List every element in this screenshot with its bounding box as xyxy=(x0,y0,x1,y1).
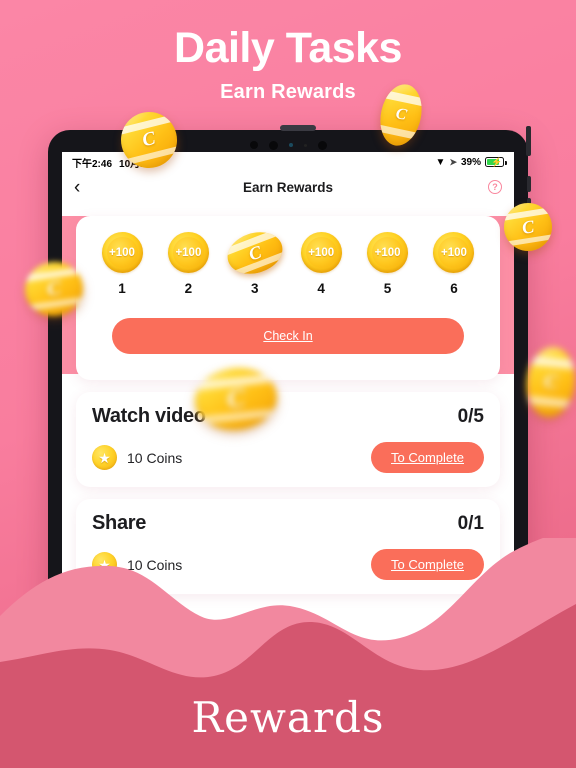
task-reward-label: 10 Coins xyxy=(127,449,183,466)
star-coin-icon: ★ xyxy=(92,445,117,470)
to-complete-button[interactable]: To Complete xyxy=(371,549,484,580)
device-screen: 下午2:46 10月1 ▼ ➤ 39% ⚡ ‹ Earn Rewards ? +… xyxy=(62,152,514,660)
app-content: +100 1 +100 2 C 3 +100 4 +100 5 +100 6 C… xyxy=(62,216,514,660)
task-reward-label: 10 Coins xyxy=(127,556,183,573)
day-reward-4: +100 xyxy=(305,237,337,268)
check-in-day-1[interactable]: +100 1 xyxy=(92,232,152,296)
location-arrow-icon: ➤ xyxy=(449,156,457,167)
day-reward-1: +100 xyxy=(106,237,138,268)
coin-icon: +100 xyxy=(167,232,209,273)
task-title: Share xyxy=(92,512,147,534)
tablet-device: 下午2:46 10月1 ▼ ➤ 39% ⚡ ‹ Earn Rewards ? +… xyxy=(48,125,531,660)
volume-up-button[interactable] xyxy=(527,176,531,192)
check-in-day-3-active[interactable]: C 3 xyxy=(222,225,288,296)
battery-icon: ⚡ xyxy=(485,157,507,167)
star-coin-icon: ★ xyxy=(92,552,117,577)
day-label-3: 3 xyxy=(251,281,259,296)
day-label-2: 2 xyxy=(184,281,193,296)
wifi-icon: ▼ xyxy=(435,156,446,168)
promo-header: Daily Tasks Earn Rewards xyxy=(0,0,576,130)
status-date: 10月1 xyxy=(119,158,146,170)
task-card-watch-video: Watch video 0/5 ★ 10 Coins To Complete xyxy=(76,392,500,487)
sensor-dot-icon xyxy=(303,143,307,147)
to-complete-button[interactable]: To Complete xyxy=(371,442,484,473)
status-bar: 下午2:46 10月1 ▼ ➤ 39% ⚡ xyxy=(62,152,514,172)
check-in-days-row: +100 1 +100 2 C 3 +100 4 +100 5 +100 6 xyxy=(88,225,488,296)
nav-title: Earn Rewards xyxy=(242,179,334,195)
coin-bottom-right: C xyxy=(525,615,576,671)
coin-icon: +100 xyxy=(101,232,143,273)
day-label-1: 1 xyxy=(118,281,126,296)
day-reward-6: +100 xyxy=(438,237,470,268)
day-reward-2: +100 xyxy=(172,237,204,268)
coin-icon: +100 xyxy=(367,232,409,273)
page-title: Daily Tasks xyxy=(174,24,402,72)
task-title: Watch video xyxy=(92,405,206,427)
coin-lower-right: C xyxy=(523,344,576,420)
volume-down-button[interactable] xyxy=(527,198,531,214)
sensor-dot-icon xyxy=(249,141,258,149)
day-label-4: 4 xyxy=(317,281,325,296)
status-time: 下午2:46 xyxy=(72,158,113,170)
day-reward-5: +100 xyxy=(372,237,404,268)
indicator-led-icon xyxy=(288,143,293,147)
brand-wordmark: Rewards xyxy=(191,693,385,742)
task-progress-count: 0/1 xyxy=(457,512,484,534)
check-in-day-5[interactable]: +100 5 xyxy=(358,232,418,296)
page-subtitle: Earn Rewards xyxy=(220,81,356,104)
check-in-card: +100 1 +100 2 C 3 +100 4 +100 5 +100 6 C… xyxy=(76,216,500,380)
help-icon[interactable]: ? xyxy=(488,180,502,194)
front-camera-icon xyxy=(268,140,278,150)
day-label-6: 6 xyxy=(450,281,458,296)
check-in-day-4[interactable]: +100 4 xyxy=(291,232,351,296)
check-in-button[interactable]: Check In xyxy=(112,318,464,354)
battery-percent: 39% xyxy=(460,156,481,168)
app-navigation-bar: ‹ Earn Rewards ? xyxy=(62,172,514,202)
coin-icon: +100 xyxy=(433,232,475,273)
check-in-day-6[interactable]: +100 6 xyxy=(424,232,484,296)
day-reward-3: C xyxy=(245,240,264,264)
coin-icon: +100 xyxy=(300,232,342,273)
task-progress-count: 0/5 xyxy=(457,405,484,427)
proximity-sensor-icon xyxy=(317,140,327,150)
day-label-5: 5 xyxy=(383,281,392,296)
front-camera-sensors xyxy=(48,138,528,152)
device-antenna-slot xyxy=(279,125,316,131)
task-card-share: Share 0/1 ★ 10 Coins To Complete xyxy=(76,499,500,594)
large-coin-icon: C xyxy=(222,225,288,280)
check-in-day-2[interactable]: +100 2 xyxy=(158,232,218,296)
